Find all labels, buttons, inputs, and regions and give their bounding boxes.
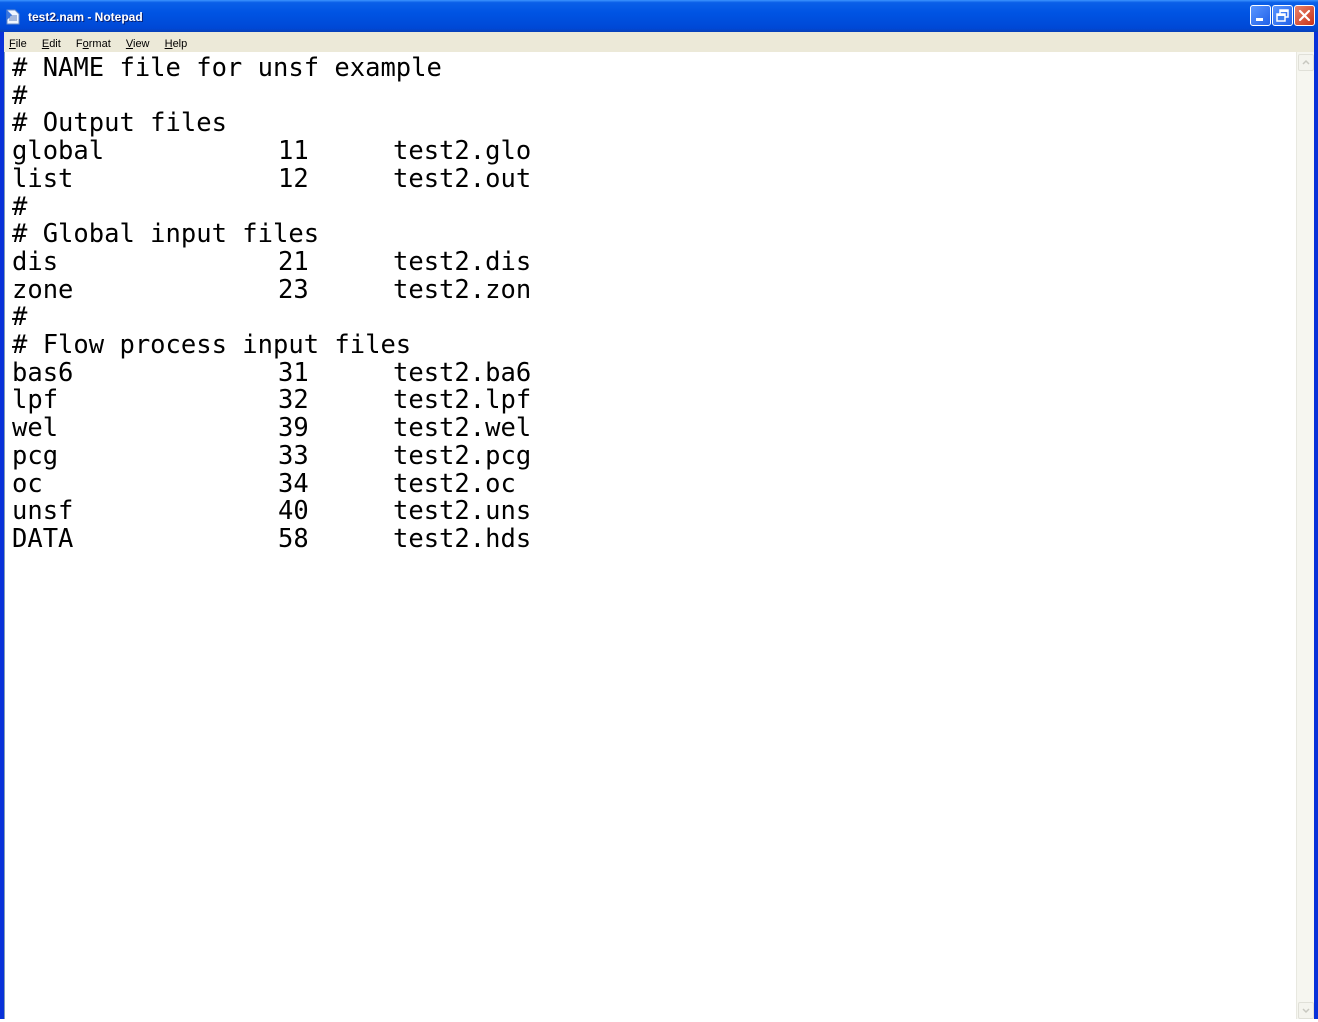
text-line: # NAME file for unsf example xyxy=(12,54,1282,82)
notepad-window: test2.nam - Notepad File Edit Format Vie… xyxy=(0,0,1318,1019)
line-text: bas6 xyxy=(12,357,74,388)
menu-format-post: rmat xyxy=(88,38,111,50)
text-line: zone 23 test2.zon xyxy=(12,276,1282,304)
text-line: dis 21 test2.dis xyxy=(12,248,1282,276)
text-line: pcg 33 test2.pcg xyxy=(12,442,1282,470)
vertical-scrollbar[interactable] xyxy=(1296,52,1314,1019)
restore-icon xyxy=(1276,9,1289,22)
unit-number: 12 xyxy=(278,163,309,194)
file-name: test2.ba6 xyxy=(393,357,532,388)
menu-view-accel: V xyxy=(125,38,133,50)
file-name: test2.lpf xyxy=(393,385,532,416)
line-text: global xyxy=(12,136,105,167)
menu-help-post: elp xyxy=(172,38,188,50)
text-line: # Global input files xyxy=(12,220,1282,248)
line-text: wel xyxy=(12,413,59,444)
line-text: list xyxy=(12,163,74,194)
line-text: DATA xyxy=(12,523,74,554)
line-text: # xyxy=(12,80,28,111)
menu-format-pre: F xyxy=(75,38,83,50)
menu-help-accel: H xyxy=(164,38,173,50)
line-text: zone xyxy=(12,274,74,305)
close-button[interactable] xyxy=(1294,5,1315,26)
line-text: lpf xyxy=(12,385,59,416)
unit-number: 40 xyxy=(278,496,309,527)
text-line: # xyxy=(12,303,1282,331)
line-text: dis xyxy=(12,246,59,277)
line-text: # NAME file for unsf example xyxy=(12,53,442,83)
text-line: # xyxy=(12,82,1282,110)
line-text: # xyxy=(12,302,28,333)
scroll-up-button[interactable] xyxy=(1298,54,1314,71)
minimize-icon xyxy=(1256,18,1263,21)
window-frame-right xyxy=(1314,32,1318,1019)
text-line: wel 39 test2.wel xyxy=(12,414,1282,442)
line-text: unsf xyxy=(12,496,74,527)
line-text: # Output files xyxy=(12,108,227,139)
text-line: unsf 40 test2.uns xyxy=(12,497,1282,525)
unit-number: 34 xyxy=(278,468,309,499)
unit-number: 11 xyxy=(278,136,309,167)
scroll-down-button[interactable] xyxy=(1298,1002,1314,1019)
unit-number: 33 xyxy=(278,440,309,471)
file-name: test2.zon xyxy=(393,274,532,305)
unit-number: 23 xyxy=(278,274,309,305)
menu-file-post: ile xyxy=(15,38,27,50)
file-name: test2.pcg xyxy=(393,440,532,471)
text-line: DATA 58 test2.hds xyxy=(12,525,1282,553)
unit-number: 32 xyxy=(278,385,309,416)
text-line: lpf 32 test2.lpf xyxy=(12,386,1282,414)
menu-bar: File Edit Format View Help xyxy=(4,32,1314,52)
notepad-app-icon xyxy=(6,9,20,25)
file-name: test2.out xyxy=(393,163,532,194)
text-line: oc 34 test2.oc xyxy=(12,470,1282,498)
minimize-button[interactable] xyxy=(1250,5,1271,26)
text-editor-area[interactable]: # NAME file for unsf example # # Output fi… xyxy=(4,52,1296,1019)
unit-number: 39 xyxy=(278,413,309,444)
file-name: test2.glo xyxy=(393,136,532,167)
file-name: test2.uns xyxy=(393,496,532,527)
arrow-up-icon xyxy=(1302,59,1310,65)
menu-view-post: iew xyxy=(133,38,150,50)
unit-number: 31 xyxy=(278,357,309,388)
line-text: # Flow process input files xyxy=(12,330,412,360)
restore-button[interactable] xyxy=(1272,5,1293,26)
title-bar[interactable]: test2.nam - Notepad xyxy=(0,0,1318,32)
file-name: test2.dis xyxy=(393,246,532,277)
close-icon xyxy=(1298,9,1311,22)
text-line: list 12 test2.out xyxy=(12,165,1282,193)
line-text: # Global input files xyxy=(12,219,320,250)
arrow-down-icon xyxy=(1302,1008,1310,1014)
file-name: test2.oc xyxy=(393,468,516,499)
text-line: # xyxy=(12,193,1282,221)
text-line: global 11 test2.glo xyxy=(12,137,1282,165)
line-text: # xyxy=(12,191,28,222)
text-line: # Output files xyxy=(12,109,1282,137)
window-title: test2.nam - Notepad xyxy=(28,10,143,24)
file-name: test2.hds xyxy=(393,523,532,554)
text-line: bas6 31 test2.ba6 xyxy=(12,359,1282,387)
unit-number: 21 xyxy=(278,246,309,277)
line-text: pcg xyxy=(12,440,59,471)
file-name: test2.wel xyxy=(393,413,532,444)
menu-edit-post: dit xyxy=(49,38,61,50)
text-line: # Flow process input files xyxy=(12,331,1282,359)
unit-number: 58 xyxy=(278,523,309,554)
menu-file-accel: F xyxy=(9,38,16,50)
line-text: oc xyxy=(12,468,43,499)
